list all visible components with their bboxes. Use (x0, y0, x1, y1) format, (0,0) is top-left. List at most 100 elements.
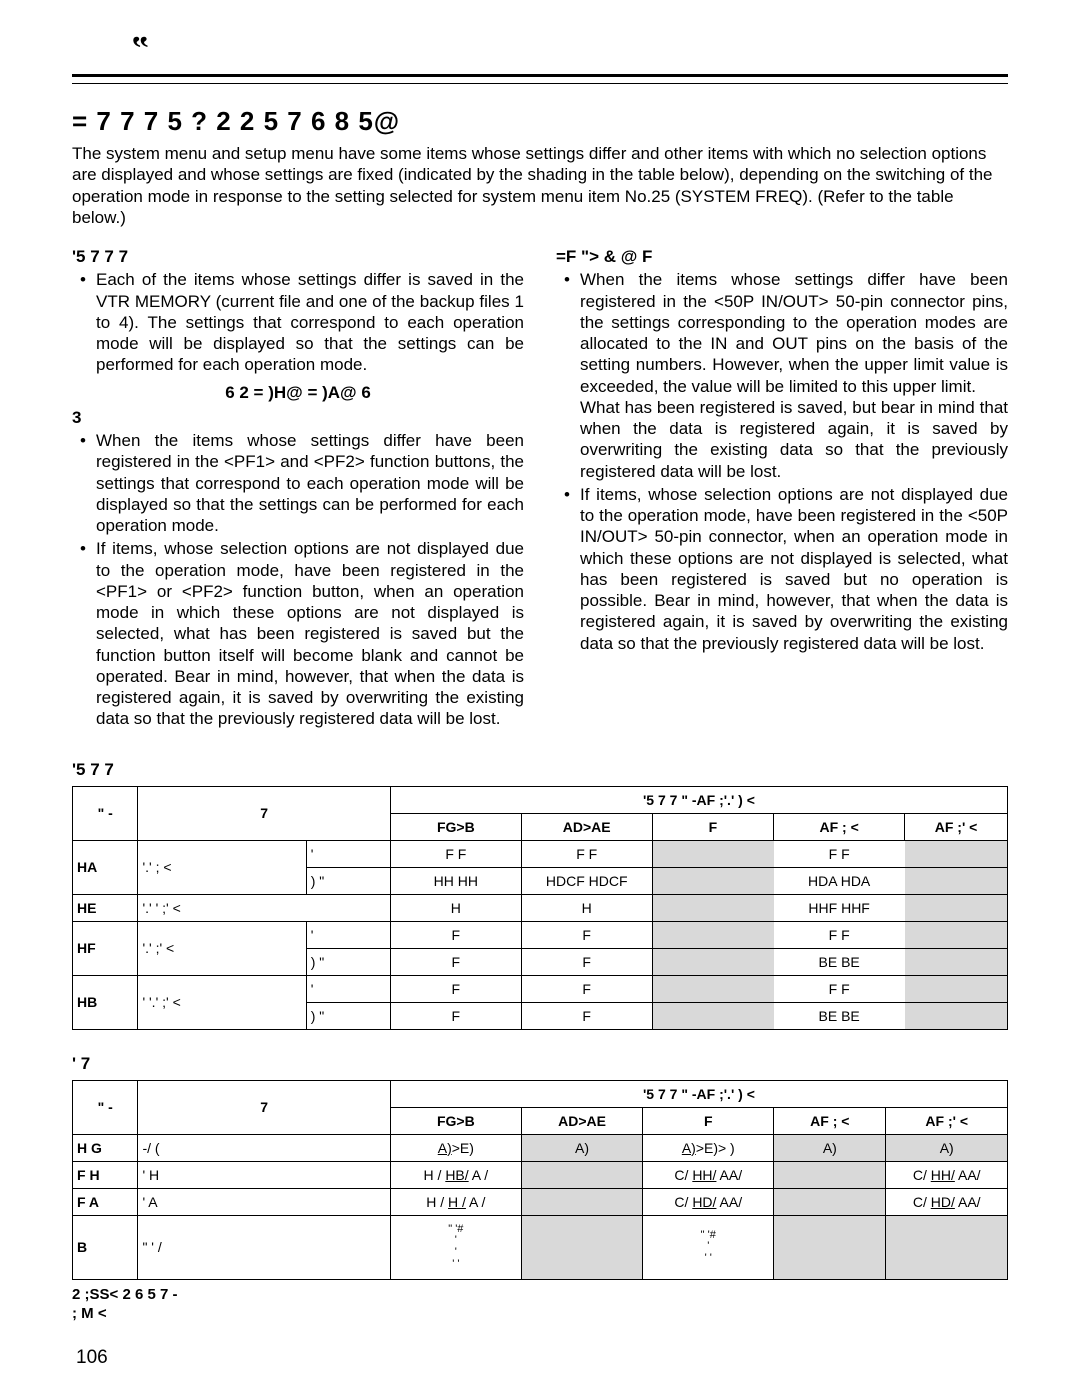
t1-head-c3: F (652, 813, 774, 840)
t2-item: ' H (138, 1161, 390, 1188)
t1-c3 (652, 975, 774, 1002)
t1-item: '.' ; < (138, 840, 306, 894)
footnotes: 2 ;SS< 2 6 5 7 - ; M < (72, 1286, 1008, 1322)
t1-c3 (652, 894, 774, 921)
t1-no: HA (73, 840, 138, 894)
t1-item: ' '.' ;' < (138, 975, 306, 1029)
t1-c3 (652, 921, 774, 948)
t2-cell (774, 1188, 886, 1215)
t2-cell: A) (886, 1134, 1008, 1161)
t2-cell (774, 1161, 886, 1188)
t1-c1: F (390, 975, 521, 1002)
t2-item: ' A (138, 1188, 390, 1215)
t1-c3 (652, 1002, 774, 1029)
right-bullet-2: If items, whose selection options are no… (570, 484, 1008, 654)
t2-no: B (73, 1215, 138, 1279)
t1-c5 (905, 921, 1008, 948)
left-subhead-2: 3 (72, 407, 524, 428)
left-column: '5 7 7 7 Each of the items whose setting… (72, 242, 524, 736)
t2-item: " ' / (138, 1215, 390, 1279)
page-number: 106 (76, 1347, 108, 1369)
table2-title: ' 7 (72, 1054, 1008, 1074)
t1-sub: ) " (306, 867, 390, 894)
t1-sub: ' (306, 840, 390, 867)
right-bullet-1a: When the items whose settings differ hav… (580, 270, 1008, 395)
two-column-body: '5 7 7 7 Each of the items whose setting… (72, 242, 1008, 736)
t1-body: HA'.' ; <'F FF FF F) "HH HHHDCF HDCFHDA … (73, 840, 1008, 1029)
t1-c2: F (521, 1002, 652, 1029)
footnote-2: ; M < (72, 1305, 1008, 1322)
t1-c5 (905, 948, 1008, 975)
left-bullet-2: When the items whose settings differ hav… (86, 430, 524, 536)
intro-paragraph: The system menu and setup menu have some… (72, 143, 1008, 228)
t1-c2: F (521, 975, 652, 1002)
t1-c3 (652, 867, 774, 894)
t1-c5 (905, 894, 1008, 921)
page: ‟ = 7 7 7 5 ? 2 2 5 7 6 8 5@ The system … (0, 0, 1080, 1397)
table-row: H G-/ (A)>E)A)A)>E)> )A)A) (73, 1134, 1008, 1161)
left-bullet-1: Each of the items whose settings differ … (86, 269, 524, 375)
t1-sub: ' (306, 975, 390, 1002)
table-row: HA'.' ; <'F FF FF F (73, 840, 1008, 867)
t1-sub: ) " (306, 1002, 390, 1029)
t2-cell: A) (774, 1134, 886, 1161)
t1-c2: HDCF HDCF (521, 867, 652, 894)
t1-c5 (905, 975, 1008, 1002)
t2-head-c4: AF ; < (774, 1107, 886, 1134)
t2-body: H G-/ (A)>E)A)A)>E)> )A)A)F H' HH / HB/ … (73, 1134, 1008, 1279)
t2-head-c1: FG>B (390, 1107, 521, 1134)
t1-no: HE (73, 894, 138, 921)
t1-item: '.' ' ;' < (138, 894, 390, 921)
t1-c1: HH HH (390, 867, 521, 894)
t1-no: HF (73, 921, 138, 975)
left-bullet-3: If items, whose selection options are no… (86, 538, 524, 729)
table-row: HF'.' ;' <'FFF F (73, 921, 1008, 948)
t2-head-c3: F (643, 1107, 774, 1134)
t1-c5 (905, 867, 1008, 894)
right-column: =F "> & @ F When the items whose setting… (556, 242, 1008, 736)
table1-title: '5 7 7 (72, 760, 1008, 780)
right-subhead-1: =F "> & @ F (556, 246, 1008, 267)
t1-c1: F (390, 921, 521, 948)
t2-cell: " '#'' ' (643, 1215, 774, 1279)
t1-sub: ) " (306, 948, 390, 975)
t1-head-group: '5 7 7 " -AF ;'.' ) < (390, 786, 1007, 813)
t2-no: F H (73, 1161, 138, 1188)
right-bullet-1b: What has been registered is saved, but b… (580, 398, 1008, 481)
t2-cell (774, 1215, 886, 1279)
table1: " - 7 '5 7 7 " -AF ;'.' ) < FG>B AD>AE F… (72, 786, 1008, 1030)
t1-c4: F F (774, 975, 905, 1002)
t2-head-c2: AD>AE (521, 1107, 643, 1134)
horizontal-rule (72, 74, 1008, 84)
t1-c4: BE BE (774, 1002, 905, 1029)
t1-c3 (652, 840, 774, 867)
header-ornament: ‟ (72, 30, 1008, 74)
t1-no: HB (73, 975, 138, 1029)
t1-c2: H (521, 894, 652, 921)
t2-cell (521, 1161, 643, 1188)
t2-head-c5: AF ;' < (886, 1107, 1008, 1134)
t1-c4: HHF HHF (774, 894, 905, 921)
t2-head-item: 7 (138, 1080, 390, 1134)
t1-c3 (652, 948, 774, 975)
t2-no: H G (73, 1134, 138, 1161)
t2-cell: C/ HD/ AA/ (643, 1188, 774, 1215)
t1-c5 (905, 1002, 1008, 1029)
table2: " - 7 '5 7 7 " -AF ;'.' ) < FG>B AD>AE F… (72, 1080, 1008, 1280)
t2-cell (521, 1215, 643, 1279)
right-bullet-1: When the items whose settings differ hav… (570, 269, 1008, 482)
t2-cell: C/ HD/ AA/ (886, 1188, 1008, 1215)
t2-cell: C/ HH/ AA/ (886, 1161, 1008, 1188)
footnote-1: 2 ;SS< 2 6 5 7 - (72, 1286, 1008, 1303)
t2-cell: A) (521, 1134, 643, 1161)
t1-c2: F F (521, 840, 652, 867)
t2-cell: H / H / A / (390, 1188, 521, 1215)
table-row: HB' '.' ;' <'FFF F (73, 975, 1008, 1002)
t1-head-c2: AD>AE (521, 813, 652, 840)
t1-head-no: " - (73, 786, 138, 840)
table-row: F H' HH / HB/ A /C/ HH/ AA/C/ HH/ AA/ (73, 1161, 1008, 1188)
t1-c2: F (521, 948, 652, 975)
t1-head-item: 7 (138, 786, 390, 840)
t1-c4: F F (774, 921, 905, 948)
t1-c4: F F (774, 840, 905, 867)
